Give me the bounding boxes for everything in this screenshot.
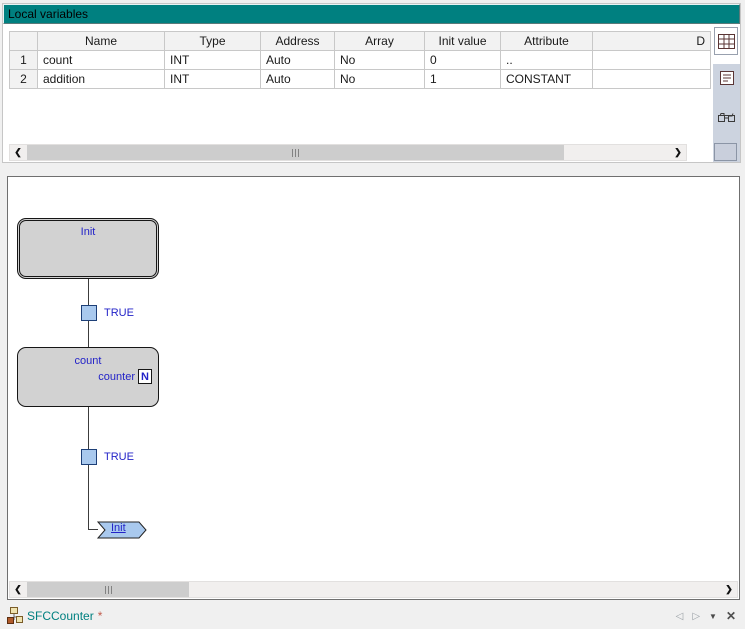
step-label: count <box>18 348 158 367</box>
document-tab-bar: SFCCounter * ◁ ▷ ▼ ✕ <box>0 604 745 629</box>
step-label: Init <box>18 219 158 238</box>
scrollbar-grip <box>295 149 296 157</box>
cell-array[interactable]: No <box>335 70 425 89</box>
variables-table-area: Name Type Address Array Init value Attri… <box>3 24 713 162</box>
cell-address[interactable]: Auto <box>261 70 335 89</box>
sfc-transition-2[interactable] <box>81 449 97 465</box>
tab-navigation: ◁ ▷ ▼ ✕ <box>676 608 736 624</box>
table-row: 2 addition INT Auto No 1 CONSTANT <box>10 70 711 89</box>
cell-attribute[interactable]: .. <box>501 51 593 70</box>
local-variables-panel: Local variables Name Type Address Array … <box>2 3 741 163</box>
action-name: counter <box>98 371 135 383</box>
sfc-canvas[interactable]: Init TRUE count counter N TRUE Init ❮ <box>8 177 739 599</box>
header-array[interactable]: Array <box>335 32 425 51</box>
scrollbar-thumb[interactable] <box>27 145 564 160</box>
variables-horizontal-scrollbar[interactable]: ❮ ❯ <box>9 144 687 161</box>
sfc-connector <box>88 407 89 449</box>
jump-target-label: Init <box>111 522 126 534</box>
sfc-connector <box>88 321 89 347</box>
table-header-row: Name Type Address Array Init value Attri… <box>10 32 711 51</box>
scrollbar-grip <box>298 149 299 157</box>
prev-tab-button[interactable]: ◁ <box>676 611 684 622</box>
scrollbar-track[interactable] <box>26 582 721 597</box>
sfc-connector <box>88 279 89 305</box>
header-description[interactable]: D <box>593 32 711 51</box>
cell-init-value[interactable]: 0 <box>425 51 501 70</box>
grid-icon <box>718 34 735 49</box>
variables-toolbar <box>713 24 740 162</box>
tab-list-dropdown-button[interactable]: ▼ <box>709 612 717 621</box>
grid-view-button[interactable] <box>714 27 738 55</box>
close-tab-button[interactable]: ✕ <box>726 609 736 623</box>
scroll-right-button[interactable]: ❯ <box>721 582 737 597</box>
scrollbar-grip <box>105 586 106 594</box>
cell-type[interactable]: INT <box>165 51 261 70</box>
binoculars-icon <box>717 112 736 124</box>
sfc-step-count[interactable]: count counter N <box>17 347 159 407</box>
row-number[interactable]: 1 <box>10 51 38 70</box>
scrollbar-track[interactable] <box>26 145 670 160</box>
tab-label: SFCCounter <box>27 609 94 623</box>
description-view-button[interactable] <box>713 70 740 86</box>
sfc-horizontal-scrollbar[interactable]: ❮ ❯ <box>9 581 738 598</box>
scrollbar-grip <box>108 586 109 594</box>
sfc-transition-1[interactable] <box>81 305 97 321</box>
cell-description[interactable] <box>593 70 711 89</box>
action-block[interactable]: counter N <box>18 369 158 384</box>
modified-indicator: * <box>98 609 103 623</box>
sfc-chart-icon <box>7 607 23 624</box>
header-init-value[interactable]: Init value <box>425 32 501 51</box>
scrollbar-grip <box>292 149 293 157</box>
search-button[interactable] <box>713 112 740 124</box>
header-address[interactable]: Address <box>261 32 335 51</box>
cell-attribute[interactable]: CONSTANT <box>501 70 593 89</box>
cell-name[interactable]: addition <box>38 70 165 89</box>
row-number[interactable]: 2 <box>10 70 38 89</box>
action-qualifier: N <box>138 369 152 384</box>
cell-description[interactable] <box>593 51 711 70</box>
header-row-num[interactable] <box>10 32 38 51</box>
table-row: 1 count INT Auto No 0 .. <box>10 51 711 70</box>
scrollbar-thumb[interactable] <box>27 582 189 597</box>
panel-title: Local variables <box>3 4 740 24</box>
variables-body: Name Type Address Array Init value Attri… <box>3 24 740 162</box>
toolbar-spacer-button[interactable] <box>714 143 737 161</box>
scroll-right-button[interactable]: ❯ <box>670 145 686 160</box>
sfc-initial-step[interactable]: Init <box>17 218 159 279</box>
scroll-left-button[interactable]: ❮ <box>10 582 26 597</box>
header-attribute[interactable]: Attribute <box>501 32 593 51</box>
header-name[interactable]: Name <box>38 32 165 51</box>
cell-address[interactable]: Auto <box>261 51 335 70</box>
cell-type[interactable]: INT <box>165 70 261 89</box>
variables-table: Name Type Address Array Init value Attri… <box>9 31 711 89</box>
sfc-connector <box>88 465 89 530</box>
transition-condition: TRUE <box>104 451 134 463</box>
scroll-left-button[interactable]: ❮ <box>10 145 26 160</box>
description-icon <box>719 70 735 86</box>
cell-init-value[interactable]: 1 <box>425 70 501 89</box>
cell-array[interactable]: No <box>335 51 425 70</box>
header-type[interactable]: Type <box>165 32 261 51</box>
transition-condition: TRUE <box>104 307 134 319</box>
sfc-editor-panel: Init TRUE count counter N TRUE Init ❮ <box>7 176 740 600</box>
cell-name[interactable]: count <box>38 51 165 70</box>
scrollbar-grip <box>111 586 112 594</box>
sfc-jump-to-init[interactable]: Init <box>97 521 147 539</box>
next-tab-button[interactable]: ▷ <box>692 611 700 622</box>
tab-sfccounter[interactable]: SFCCounter * <box>7 607 102 624</box>
